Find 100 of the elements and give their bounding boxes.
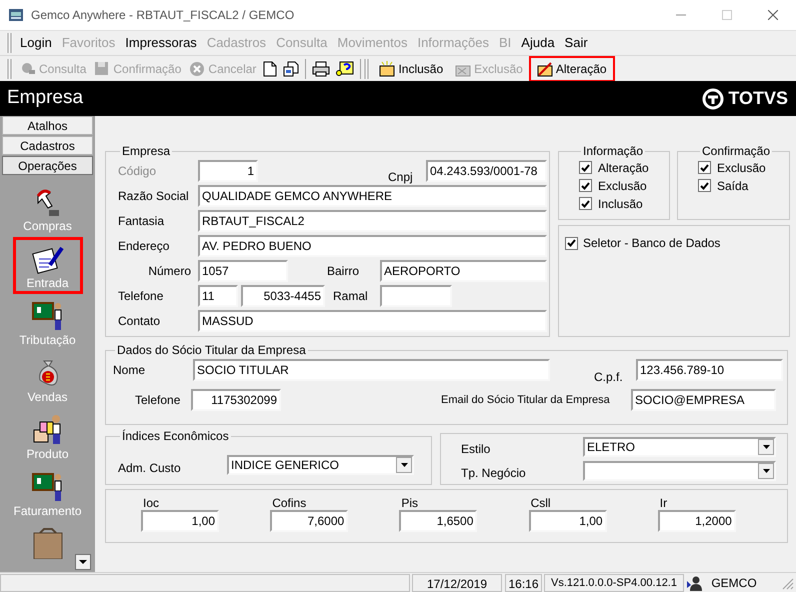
menu-item[interactable]: Impressoras [120, 33, 202, 53]
checkbox-label: Alteração [598, 160, 649, 176]
caret-icon [79, 560, 87, 564]
user-icon [686, 575, 702, 591]
checkbox-label: Saída [717, 178, 748, 194]
grip-icon [7, 33, 12, 53]
dropdown-button[interactable] [758, 463, 774, 479]
field-label: Telefone [118, 288, 164, 305]
checkbox[interactable] [579, 197, 592, 210]
field-label: Estilo [461, 441, 492, 458]
dropdown-field[interactable]: ELETRO [583, 437, 776, 457]
field-label: Nome [113, 362, 146, 379]
input-field[interactable]: AV. PEDRO BUENO [198, 235, 547, 257]
input-field[interactable]: 1,00 [141, 510, 219, 532]
teacher-board-icon [32, 300, 64, 332]
group-title: Índices Econômicos [121, 428, 230, 445]
help-icon [336, 60, 354, 76]
checkbox[interactable] [698, 161, 711, 174]
toolbar-button[interactable]: Inclusão [373, 58, 450, 80]
field-label: C.p.f. [594, 369, 624, 386]
grip-icon [364, 58, 370, 78]
input-field[interactable]: 11 [198, 285, 238, 307]
printer-icon [312, 60, 330, 76]
documents-icon [283, 60, 300, 76]
field-label: Email do Sócio Titular da Empresa [441, 392, 611, 408]
menu-item[interactable]: Login [15, 33, 57, 53]
input-field[interactable]: 1,6500 [399, 510, 478, 532]
field-label: Pis [400, 496, 420, 510]
input-field[interactable]: 7,6000 [270, 510, 348, 532]
document-icon [263, 60, 278, 76]
app-icon [8, 7, 24, 23]
maximize-icon [722, 10, 732, 20]
input-field[interactable]: 1,2000 [658, 510, 736, 532]
field-label: Telefone [135, 392, 182, 409]
input-field[interactable]: 1,00 [528, 510, 607, 532]
logo-ring-icon [702, 88, 724, 110]
check-icon [581, 200, 590, 208]
checkbox-label: Inclusão [598, 196, 643, 212]
input-field[interactable]: 123.456.789-10 [636, 359, 783, 381]
group-title: Informação [582, 143, 644, 160]
input-field[interactable]: 1057 [198, 260, 288, 282]
check-icon [700, 164, 709, 172]
worker-box-icon [32, 414, 64, 446]
input-field[interactable]: SOCIO@EMPRESA [631, 389, 776, 411]
input-field[interactable]: 04.243.593/0001-78 [426, 160, 547, 182]
scroll-down-button[interactable] [75, 554, 91, 570]
input-field[interactable] [380, 285, 452, 307]
grip-icon [7, 58, 12, 78]
checkbox[interactable] [698, 179, 711, 192]
checkbox[interactable] [579, 161, 592, 174]
sidebar-tab[interactable]: Atalhos [2, 116, 93, 135]
checkbox[interactable] [565, 236, 578, 250]
close-icon [768, 10, 778, 20]
window-title: Gemco Anywhere - RBTAUT_FISCAL2 / GEMCO [31, 7, 296, 24]
folder-icon [379, 60, 396, 76]
field-label: Csll [530, 496, 552, 510]
input-field[interactable]: MASSUD [198, 310, 547, 332]
dropdown-field[interactable]: INDICE GENERICO [227, 454, 414, 474]
checkbox[interactable] [579, 179, 592, 192]
page-title: Empresa [7, 86, 84, 110]
status-user: GEMCO [710, 575, 758, 592]
field-label: Tp. Negócio [461, 465, 527, 482]
menu-item[interactable]: Sair [560, 33, 593, 53]
caret-icon [762, 469, 770, 473]
folder-icon [536, 60, 553, 76]
magnifier-icon [20, 60, 36, 76]
field-label: Fantasia [118, 213, 166, 230]
input-field[interactable]: AEROPORTO [380, 260, 547, 282]
input-field[interactable]: 1175302099 [191, 389, 281, 411]
check-icon [581, 182, 590, 190]
cancel-icon [189, 60, 206, 76]
caret-icon [762, 445, 770, 449]
input-field[interactable]: SOCIO TITULAR [193, 359, 550, 381]
menu-item[interactable]: Ajuda [516, 33, 560, 53]
field-label: Cofins [271, 496, 308, 510]
checkbox-label: Exclusão [717, 160, 766, 176]
sidebar-tab[interactable]: Cadastros [2, 136, 93, 155]
resize-grip-icon [782, 578, 794, 590]
group-title: Empresa [121, 143, 172, 160]
field-label: Ioc [142, 496, 160, 510]
input-field[interactable]: RBTAUT_FISCAL2 [198, 210, 547, 232]
status-version: Vs.121.0.0.0-SP4.00.12.1 [544, 574, 684, 592]
field-label: Ramal [333, 288, 369, 305]
field-label: Razão Social [118, 188, 190, 205]
logo: TOTVS [702, 85, 788, 112]
teacher-board-icon [32, 471, 64, 503]
input-field[interactable]: QUALIDADE GEMCO ANYWHERE [198, 185, 547, 207]
status-time: 16:16 [505, 574, 542, 592]
input-field[interactable]: 5033-4455 [241, 285, 325, 307]
dropdown-field[interactable] [583, 461, 776, 481]
briefcase-icon [32, 527, 64, 559]
check-icon [700, 182, 709, 190]
field-label: Adm. Custo [118, 460, 182, 476]
check-icon [567, 239, 576, 247]
group-title: Confirmação [701, 143, 772, 160]
field-label: Contato [118, 313, 162, 330]
dropdown-button[interactable] [396, 456, 412, 472]
field-label: Ir [658, 496, 668, 510]
sidebar-tab[interactable]: Operações [2, 156, 93, 175]
dropdown-button[interactable] [758, 439, 774, 455]
